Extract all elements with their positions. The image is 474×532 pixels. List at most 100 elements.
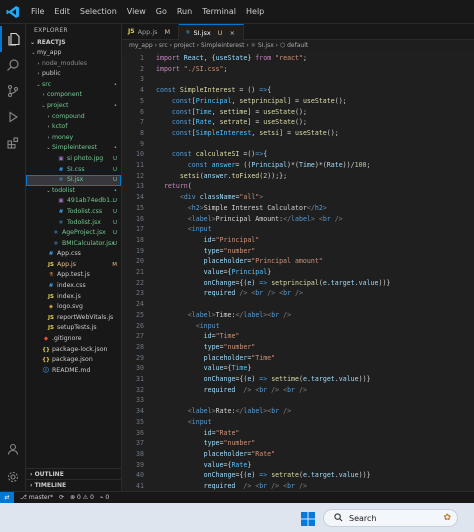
sync-icon[interactable]: ⟳ xyxy=(59,494,64,501)
code-line[interactable]: 13 return( xyxy=(122,181,474,192)
close-tab-icon[interactable]: × xyxy=(229,25,234,41)
menu-selection[interactable]: Selection xyxy=(75,0,122,24)
account-icon[interactable] xyxy=(0,436,26,462)
code-line[interactable]: 4 const SimpleInterest = () =>{ xyxy=(122,85,474,96)
tree-folder-component[interactable]: › component xyxy=(26,90,121,101)
code-line[interactable]: 1 import React, {useState} from "react"; xyxy=(122,53,474,64)
tree-file-si-photo[interactable]: ▣ si photo.jpg U xyxy=(26,154,121,165)
settings-gear-icon[interactable] xyxy=(0,464,26,490)
code-line[interactable]: 33 xyxy=(122,395,474,406)
tab-app-js[interactable]: JS App.js M xyxy=(122,24,180,40)
menu-help[interactable]: Help xyxy=(241,0,269,24)
code-editor[interactable]: 1 import React, {useState} from "react"; 2… xyxy=(122,51,474,491)
code-line[interactable]: 7 const[Rate, setrate] = useState(); xyxy=(122,117,474,128)
code-line[interactable]: 19 type="number" xyxy=(122,246,474,257)
tree-file-app-test[interactable]: ⚗ App.test.js xyxy=(26,270,121,281)
tree-file-index-css[interactable]: # index.css xyxy=(26,281,121,292)
code-line[interactable]: 11 const answer= ((Principal)*(Time)*(Ra… xyxy=(122,160,474,171)
code-line[interactable]: 14 <div className="all"> xyxy=(122,192,474,203)
code-line[interactable]: 41 required /> <br /> <br /> xyxy=(122,481,474,491)
code-line[interactable]: 16 <label>Principal Amount:</label> <br … xyxy=(122,214,474,225)
tree-file-image[interactable]: ▣ 491ab74edb1... U xyxy=(26,196,121,207)
code-line[interactable]: 31 onChange={(e) => settime(e.target.val… xyxy=(122,374,474,385)
tree-file-todolist-jsx[interactable]: ⚛ Todolist.jsx U xyxy=(26,218,121,229)
source-control-icon[interactable] xyxy=(0,78,26,104)
code-line[interactable]: 6 const[Time, settime] = useState(); xyxy=(122,107,474,118)
code-line[interactable]: 34 <label>Rate:</label><br /> xyxy=(122,406,474,417)
code-line[interactable]: 32 required /> <br /> <br /> xyxy=(122,385,474,396)
tree-file-si-jsx[interactable]: ⚛ SI.jsx U xyxy=(26,175,121,186)
tree-folder-compound[interactable]: › compound xyxy=(26,112,121,123)
tree-file-reportwebvitals[interactable]: JS reportWebVitals.js xyxy=(26,313,121,324)
tree-file-app-css[interactable]: # App.css xyxy=(26,249,121,260)
tree-folder-kctof[interactable]: › kctof xyxy=(26,122,121,133)
code-line[interactable]: 8 const[SimpleInterest, setsi] = useStat… xyxy=(122,128,474,139)
menu-run[interactable]: Run xyxy=(172,0,197,24)
code-line[interactable]: 2 import "./SI.css"; xyxy=(122,64,474,75)
code-line[interactable]: 20 placeholder="Principal amount" xyxy=(122,256,474,267)
outline-section-header[interactable]: › OUTLINE xyxy=(26,468,121,479)
code-line[interactable]: 12 setsi(answer.toFixed(2));}; xyxy=(122,171,474,182)
code-line[interactable]: 15 <h2>Simple Interest Calculator</h2> xyxy=(122,203,474,214)
windows-start-icon[interactable] xyxy=(301,511,315,526)
breadcrumb[interactable]: my_app › src › project › Simpleinterest … xyxy=(122,40,474,51)
code-line[interactable]: 17 <input xyxy=(122,224,474,235)
code-line[interactable]: 29 placeholder="Time" xyxy=(122,353,474,364)
remote-icon[interactable]: ⇄ xyxy=(0,491,14,504)
code-line[interactable]: 25 <label>Time:</label><br /> xyxy=(122,310,474,321)
code-line[interactable]: 5 const[Principal, setprincipal] = useSt… xyxy=(122,96,474,107)
code-line[interactable]: 26 <input xyxy=(122,321,474,332)
tree-file-ageproject[interactable]: ⚛ AgeProject.jsx U xyxy=(26,228,121,239)
tree-folder-node-modules[interactable]: › node_modules xyxy=(26,59,121,70)
code-line[interactable]: 9 xyxy=(122,139,474,150)
code-line[interactable]: 23 required /> <br /> <br /> xyxy=(122,288,474,299)
tree-file-index-js[interactable]: JS index.js xyxy=(26,292,121,303)
tree-file-package-lock[interactable]: {} package-lock.json xyxy=(26,345,121,356)
code-line[interactable]: 40 onChange={(e) => setrate(e.target.val… xyxy=(122,470,474,481)
tree-folder-money[interactable]: › money xyxy=(26,133,121,144)
code-line[interactable]: 39 value={Rate} xyxy=(122,460,474,471)
code-line[interactable]: 36 id="Rate" xyxy=(122,428,474,439)
search-icon[interactable] xyxy=(0,52,26,78)
taskbar-search-box[interactable]: Search ✿ xyxy=(323,509,458,527)
explorer-icon[interactable] xyxy=(0,26,26,52)
git-branch-label[interactable]: master* xyxy=(29,494,53,501)
code-line[interactable]: 24 xyxy=(122,299,474,310)
code-line[interactable]: 30 value={Time} xyxy=(122,363,474,374)
tree-file-todolist-css[interactable]: # Todolist.css U xyxy=(26,207,121,218)
menu-file[interactable]: File xyxy=(26,0,49,24)
workspace-section-header[interactable]: ⌄ REACTJS xyxy=(26,38,121,48)
tree-folder-my-app[interactable]: ⌄ my_app xyxy=(26,48,121,59)
menu-view[interactable]: View xyxy=(122,0,151,24)
tree-file-app-js[interactable]: JS App.js M xyxy=(26,260,121,271)
code-line[interactable]: 3 xyxy=(122,74,474,85)
code-line[interactable]: 28 type="number" xyxy=(122,342,474,353)
tree-folder-public[interactable]: › public xyxy=(26,69,121,80)
tree-file-si-css[interactable]: # SI.css U xyxy=(26,165,121,176)
code-line[interactable]: 22 onChange={(e) => setprincipal(e.targe… xyxy=(122,278,474,289)
code-line[interactable]: 21 value={Principal} xyxy=(122,267,474,278)
tree-file-logo[interactable]: ◈ logo.svg xyxy=(26,302,121,313)
tree-file-gitignore[interactable]: ◆ .gitignore xyxy=(26,334,121,345)
code-line[interactable]: 27 id="Time" xyxy=(122,331,474,342)
code-line[interactable]: 38 placeholder="Rate" xyxy=(122,449,474,460)
code-line[interactable]: 35 <input xyxy=(122,417,474,428)
menu-edit[interactable]: Edit xyxy=(49,0,75,24)
extensions-icon[interactable] xyxy=(0,130,26,156)
problems-count[interactable]: ⊗ 0 ⚠ 0 xyxy=(70,494,94,501)
code-line[interactable]: 10 const calculateSI =()=>{ xyxy=(122,149,474,160)
tree-folder-simpleinterest[interactable]: ⌄ Simpleinterest • xyxy=(26,143,121,154)
menu-terminal[interactable]: Terminal xyxy=(197,0,241,24)
tree-folder-todolist[interactable]: ⌄ todolist • xyxy=(26,186,121,197)
ports-count[interactable]: ⌁ 0 xyxy=(100,494,109,501)
menu-go[interactable]: Go xyxy=(151,0,172,24)
tree-file-readme[interactable]: ⓘ README.md xyxy=(26,366,121,377)
tree-folder-project[interactable]: ⌄ project • xyxy=(26,101,121,112)
tab-si-jsx[interactable]: ⚛ SI.jsx U × xyxy=(179,24,244,40)
run-debug-icon[interactable] xyxy=(0,104,26,130)
code-line[interactable]: 37 type="number" xyxy=(122,438,474,449)
code-line[interactable]: 18 id="Principal" xyxy=(122,235,474,246)
tree-folder-src[interactable]: ⌄ src • xyxy=(26,80,121,91)
tree-file-bmicalculator[interactable]: ⚛ BMICalculator.jsx U xyxy=(26,239,121,250)
timeline-section-header[interactable]: › TIMELINE xyxy=(26,479,121,490)
